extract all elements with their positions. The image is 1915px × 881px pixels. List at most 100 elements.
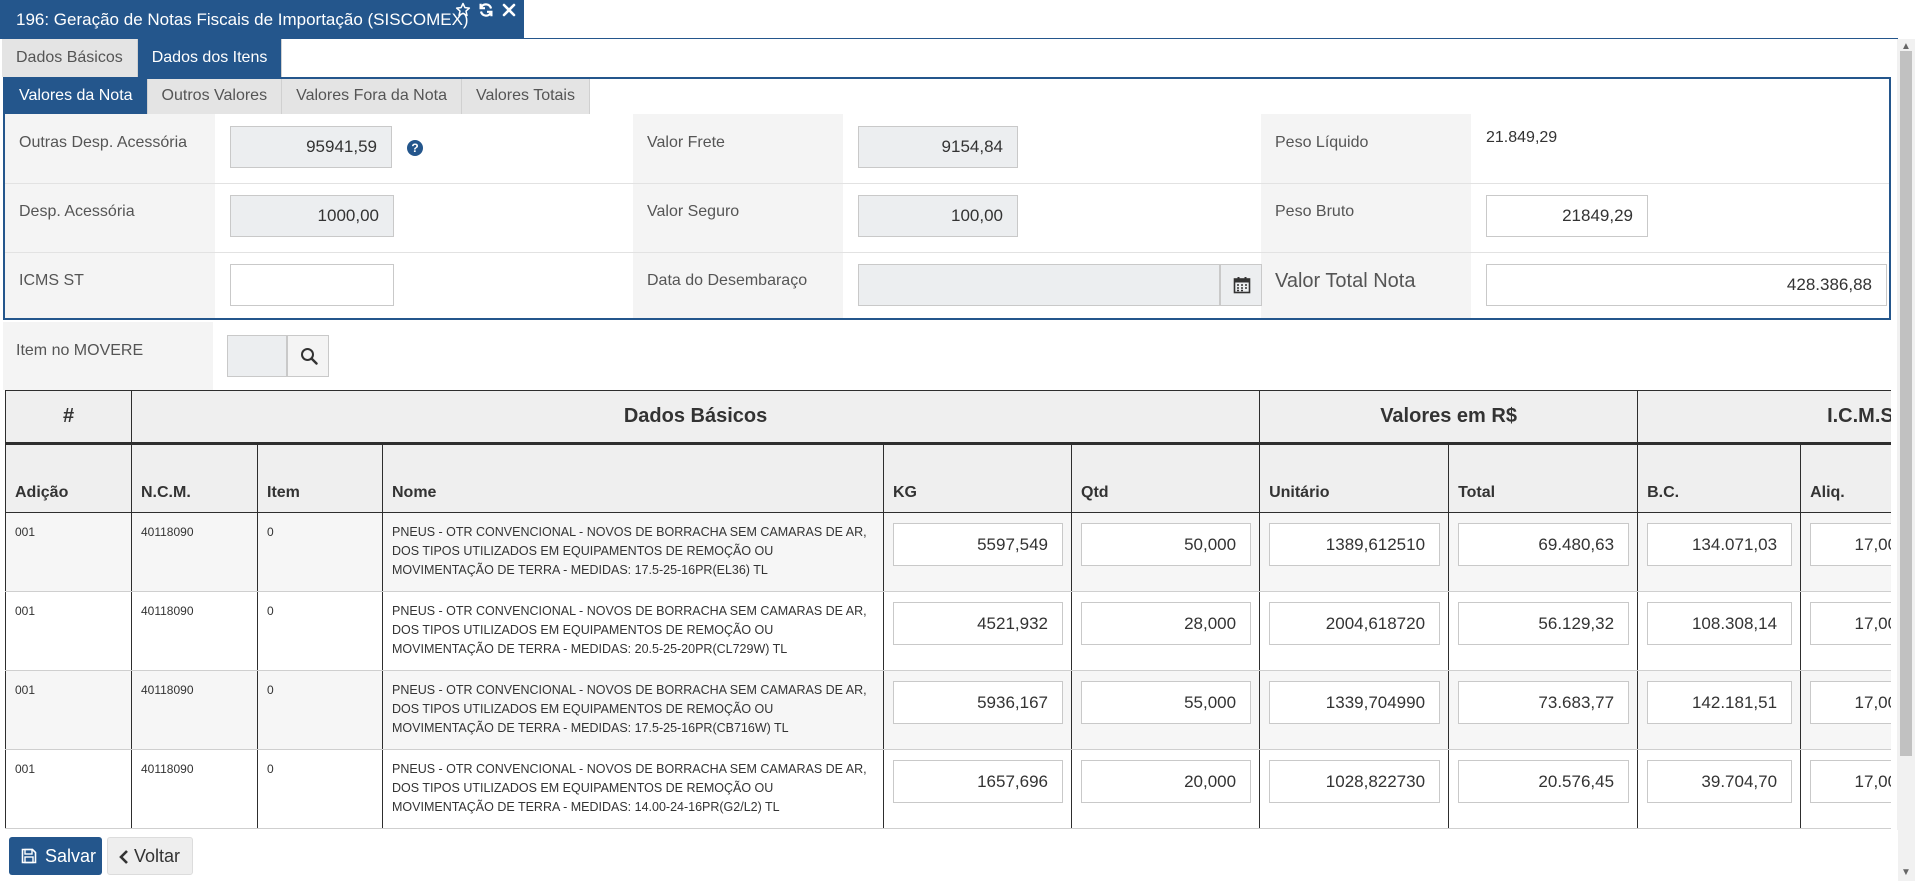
save-button[interactable]: Salvar xyxy=(9,837,102,875)
unitario-input[interactable] xyxy=(1269,760,1441,803)
item-movere-input[interactable] xyxy=(227,335,287,377)
cell-qtd xyxy=(1070,670,1261,750)
total-input[interactable] xyxy=(1458,760,1630,803)
kg-input[interactable] xyxy=(893,760,1063,803)
bc-input[interactable] xyxy=(1647,523,1793,566)
data-desembaraco-input[interactable] xyxy=(858,264,1220,306)
cell-bc xyxy=(1637,591,1802,671)
cell-item: 0 xyxy=(257,670,383,750)
cell-ncm: 40118090 xyxy=(131,670,258,750)
help-icon[interactable]: ? xyxy=(407,140,423,156)
aliq-input[interactable] xyxy=(1810,681,1891,724)
peso-bruto-input[interactable] xyxy=(1486,195,1648,237)
window-title: 196: Geração de Notas Fiscais de Importa… xyxy=(16,10,469,29)
icms-st-input[interactable] xyxy=(230,264,394,306)
calendar-icon xyxy=(1233,277,1251,294)
cell-adicao: 001 xyxy=(5,591,132,671)
peso-bruto-label: Peso Bruto xyxy=(1275,203,1355,220)
qtd-input[interactable] xyxy=(1081,760,1252,803)
chevron-left-icon xyxy=(119,850,128,864)
tab-dados-dos-itens[interactable]: Dados dos Itens xyxy=(137,39,283,77)
total-input[interactable] xyxy=(1458,523,1630,566)
main-tabs: Dados Básicos Dados dos Itens xyxy=(2,39,283,77)
total-input[interactable] xyxy=(1458,681,1630,724)
unitario-input[interactable] xyxy=(1269,681,1441,724)
unitario-input[interactable] xyxy=(1269,602,1441,645)
cell-nome: PNEUS - OTR CONVENCIONAL - NOVOS DE BORR… xyxy=(382,512,884,592)
sub-tabs: Valores da Nota Outros Valores Valores F… xyxy=(5,79,590,114)
search-icon xyxy=(301,348,318,365)
col-header-bc: B.C. xyxy=(1637,443,1802,513)
refresh-icon[interactable] xyxy=(478,2,494,23)
aliq-input[interactable] xyxy=(1810,760,1891,803)
col-header-total: Total xyxy=(1448,443,1639,513)
footer-actions: Salvar Voltar xyxy=(0,830,1898,881)
close-icon[interactable] xyxy=(501,2,517,23)
valores-panel: Valores da Nota Outros Valores Valores F… xyxy=(3,77,1891,320)
aliq-input[interactable] xyxy=(1810,602,1891,645)
cell-aliq xyxy=(1800,749,1891,829)
cell-unitario xyxy=(1259,670,1450,750)
bc-input[interactable] xyxy=(1647,681,1793,724)
kg-input[interactable] xyxy=(893,681,1063,724)
cell-kg xyxy=(883,749,1072,829)
qtd-input[interactable] xyxy=(1081,602,1252,645)
cell-total xyxy=(1448,591,1639,671)
col-header-qtd: Qtd xyxy=(1070,443,1261,513)
data-desembaraco-label: Data do Desembaraço xyxy=(647,272,808,289)
star-icon[interactable] xyxy=(455,2,471,23)
cell-unitario xyxy=(1259,512,1450,592)
outras-desp-acessoria-input[interactable] xyxy=(230,126,392,168)
valor-frete-input[interactable] xyxy=(858,126,1018,168)
tab-valores-fora-da-nota[interactable]: Valores Fora da Nota xyxy=(282,79,462,114)
cell-unitario xyxy=(1259,749,1450,829)
row-divider xyxy=(5,252,1889,253)
kg-input[interactable] xyxy=(893,602,1063,645)
scroll-down-icon[interactable]: ▼ xyxy=(1901,867,1911,878)
unitario-input[interactable] xyxy=(1269,523,1441,566)
cell-item: 0 xyxy=(257,591,383,671)
qtd-input[interactable] xyxy=(1081,681,1252,724)
col-header-aliq: Aliq. xyxy=(1800,443,1891,513)
tab-valores-da-nota[interactable]: Valores da Nota xyxy=(5,79,148,114)
icms-st-label: ICMS ST xyxy=(19,272,84,289)
vertical-scrollbar[interactable]: ▲ ▼ xyxy=(1897,39,1915,881)
cell-total xyxy=(1448,749,1639,829)
row-divider xyxy=(5,183,1889,184)
tab-outros-valores[interactable]: Outros Valores xyxy=(147,79,283,114)
valor-seguro-label: Valor Seguro xyxy=(647,203,740,220)
calendar-button[interactable] xyxy=(1220,264,1262,306)
valor-total-nota-input[interactable] xyxy=(1486,264,1887,306)
cell-qtd xyxy=(1070,512,1261,592)
cell-nome: PNEUS - OTR CONVENCIONAL - NOVOS DE BORR… xyxy=(382,670,884,750)
bc-input[interactable] xyxy=(1647,760,1793,803)
valor-seguro-input[interactable] xyxy=(858,195,1018,237)
back-button[interactable]: Voltar xyxy=(107,837,193,875)
item-search-button[interactable] xyxy=(287,335,329,377)
col-header-item: Item xyxy=(257,443,383,513)
col-header-kg: KG xyxy=(883,443,1072,513)
outras-desp-acessoria-label: Outras Desp. Acessória xyxy=(19,134,188,151)
col-header-nome: Nome xyxy=(382,443,884,513)
cell-bc xyxy=(1637,749,1802,829)
aliq-input[interactable] xyxy=(1810,523,1891,566)
qtd-input[interactable] xyxy=(1081,523,1252,566)
cell-bc xyxy=(1637,512,1802,592)
cell-adicao: 001 xyxy=(5,512,132,592)
bc-input[interactable] xyxy=(1647,602,1793,645)
kg-input[interactable] xyxy=(893,523,1063,566)
cell-adicao: 001 xyxy=(5,749,132,829)
cell-nome: PNEUS - OTR CONVENCIONAL - NOVOS DE BORR… xyxy=(382,749,884,829)
scrollbar-thumb[interactable] xyxy=(1900,51,1912,756)
table-row: 001 40118090 0 PNEUS - OTR CONVENCIONAL … xyxy=(5,670,1891,750)
group-header-dados-basicos: Dados Básicos xyxy=(130,390,1261,445)
col-header-ncm: N.C.M. xyxy=(131,443,258,513)
total-input[interactable] xyxy=(1458,602,1630,645)
tab-dados-basicos[interactable]: Dados Básicos xyxy=(2,39,138,77)
cell-bc xyxy=(1637,670,1802,750)
desp-acessoria-input[interactable] xyxy=(230,195,394,237)
cell-qtd xyxy=(1070,591,1261,671)
tab-valores-totais[interactable]: Valores Totais xyxy=(461,79,590,114)
cell-nome: PNEUS - OTR CONVENCIONAL - NOVOS DE BORR… xyxy=(382,591,884,671)
cell-kg xyxy=(883,670,1072,750)
